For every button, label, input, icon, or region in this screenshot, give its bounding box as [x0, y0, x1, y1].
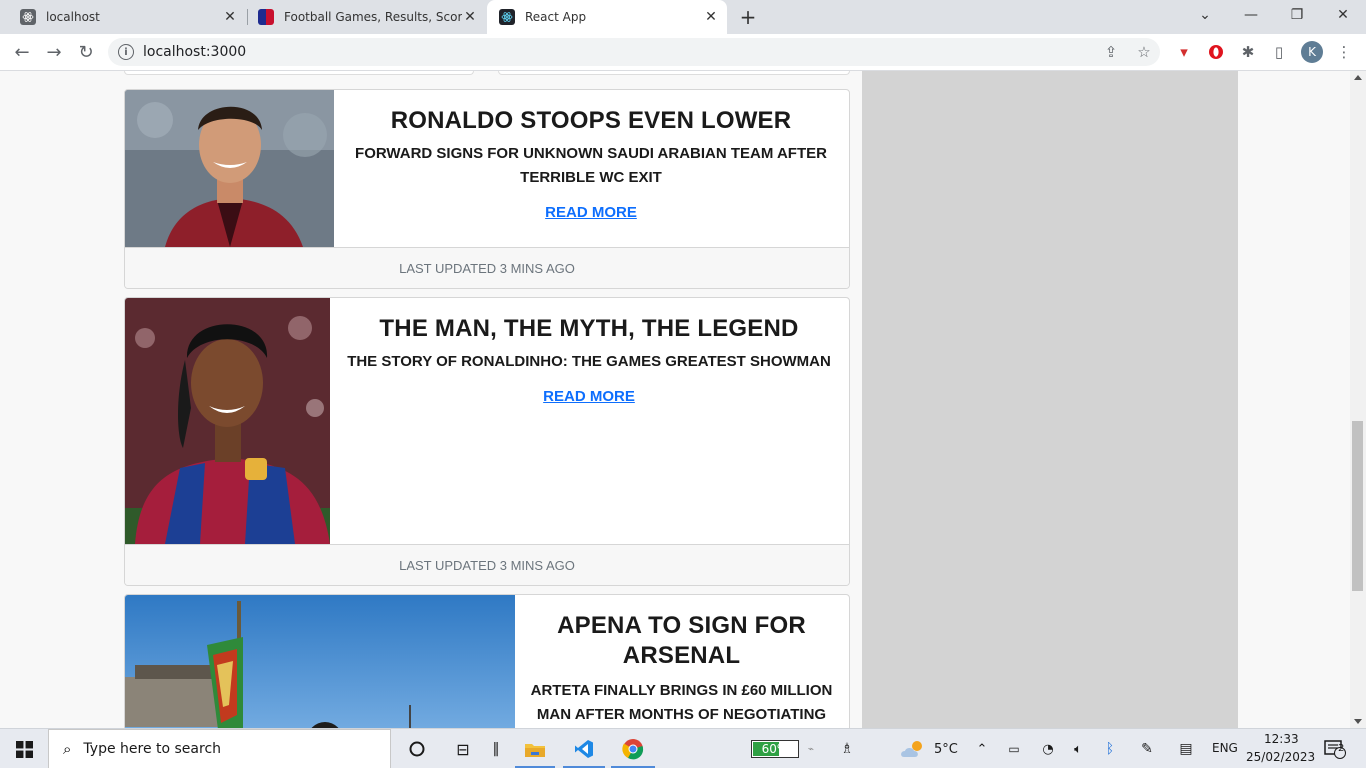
- vscode-icon[interactable]: [563, 729, 605, 768]
- article-footer: LAST UPDATED 3 MINS AGO: [125, 544, 849, 585]
- cortana-icon[interactable]: [398, 729, 436, 768]
- weather-icon[interactable]: [898, 729, 928, 768]
- article-body: APENA TO SIGN FOR ARSENAL ARTETA FINALLY…: [514, 595, 849, 727]
- pen-icon[interactable]: ✎: [1136, 729, 1158, 768]
- article-headline: THE MAN, THE MYTH, THE LEGEND: [379, 315, 799, 342]
- reload-icon[interactable]: ↻: [74, 40, 98, 64]
- search-icon: ⌕: [63, 740, 72, 758]
- previous-card-edge: [498, 71, 850, 75]
- browser-tab-bar: localhost ✕ Football Games, Results, Sco…: [0, 0, 1366, 34]
- people-icon[interactable]: ♗: [836, 729, 858, 768]
- restore-icon[interactable]: ❐: [1274, 0, 1320, 30]
- notification-count: 2: [1338, 743, 1345, 754]
- tab-localhost[interactable]: localhost ✕: [8, 0, 246, 34]
- bluetooth-icon[interactable]: ᛒ: [1100, 729, 1120, 768]
- previous-card-edge: [124, 71, 474, 75]
- read-more-link[interactable]: READ MORE: [545, 204, 637, 221]
- chrome-icon[interactable]: [611, 729, 655, 768]
- scrollbar-thumb[interactable]: [1352, 421, 1363, 591]
- clock-time[interactable]: 12:33: [1264, 732, 1299, 746]
- widgets-icon[interactable]: ‖: [484, 729, 508, 768]
- opera-icon[interactable]: [1206, 42, 1226, 62]
- taskbar-search-input[interactable]: ⌕ Type here to search: [48, 729, 391, 768]
- browser-toolbar: ← → ↻ i localhost:3000 ⇪ ☆ ▾ ✱ ▯ K ⋮: [0, 34, 1366, 71]
- article-subheading: FORWARD SIGNS FOR UNKNOWN SAUDI ARABIAN …: [355, 145, 827, 186]
- react-icon: [20, 9, 36, 25]
- article-card: RONALDO STOOPS EVEN LOWER FORWARD SIGNS …: [124, 89, 850, 289]
- tab-search-icon[interactable]: ⌄: [1182, 0, 1228, 30]
- extensions-icon[interactable]: ✱: [1238, 42, 1258, 62]
- close-icon[interactable]: ✕: [703, 9, 719, 25]
- touch-keyboard-icon[interactable]: ▤: [1174, 729, 1198, 768]
- wifi-icon[interactable]: ◔: [1038, 729, 1058, 768]
- page-scrollbar[interactable]: [1350, 71, 1366, 728]
- stadium-photo: [125, 595, 515, 728]
- minimize-icon[interactable]: —: [1228, 0, 1274, 30]
- close-window-icon[interactable]: ✕: [1320, 0, 1366, 30]
- site-info-icon[interactable]: i: [118, 44, 134, 60]
- power-icon[interactable]: ▭: [1004, 729, 1024, 768]
- article-headline: RONALDO STOOPS EVEN LOWER: [390, 107, 792, 134]
- article-subheading: ARTETA FINALLY BRINGS IN £60 MILLION MAN…: [530, 682, 833, 723]
- task-view-icon[interactable]: ⊟: [444, 729, 482, 768]
- page-viewport: RONALDO STOOPS EVEN LOWER FORWARD SIGNS …: [0, 71, 1350, 728]
- article-body: RONALDO STOOPS EVEN LOWER FORWARD SIGNS …: [333, 90, 849, 221]
- scroll-down-icon[interactable]: [1354, 719, 1362, 724]
- react-icon: [499, 9, 515, 25]
- windows-taskbar: ⌕ Type here to search ⊟ ‖ 60% ⌁ ♗ 5°C ⌃ …: [0, 728, 1366, 768]
- article-card: THE MAN, THE MYTH, THE LEGEND THE STORY …: [124, 297, 850, 586]
- notification-icon[interactable]: 2: [1320, 729, 1350, 768]
- article-headline: APENA TO SIGN FOR ARSENAL: [557, 612, 806, 669]
- tab-title: Football Games, Results, Scores, T: [284, 10, 462, 24]
- chevron-up-icon[interactable]: ⌃: [972, 729, 992, 768]
- flag-icon: [258, 9, 274, 25]
- article-subheading: THE STORY OF RONALDINHO: THE GAMES GREAT…: [347, 353, 831, 370]
- close-icon[interactable]: ✕: [222, 9, 238, 25]
- profile-avatar[interactable]: K: [1301, 41, 1323, 63]
- file-explorer-icon[interactable]: [515, 729, 555, 768]
- clock-date[interactable]: 25/02/2023: [1246, 750, 1315, 764]
- windows-start-icon[interactable]: [0, 729, 48, 768]
- tab-react-app[interactable]: React App ✕: [487, 0, 727, 34]
- sidebar-panel: [862, 71, 1238, 728]
- share-icon[interactable]: ⇪: [1101, 42, 1121, 62]
- article-body: THE MAN, THE MYTH, THE LEGEND THE STORY …: [329, 298, 849, 405]
- search-placeholder: Type here to search: [83, 741, 222, 757]
- read-more-link[interactable]: READ MORE: [543, 388, 635, 405]
- close-icon[interactable]: ✕: [462, 9, 478, 25]
- menu-icon[interactable]: ⋮: [1334, 42, 1354, 62]
- battery-percent: 60%: [761, 742, 789, 756]
- article-card: APENA TO SIGN FOR ARSENAL ARTETA FINALLY…: [124, 594, 850, 728]
- tab-title: localhost: [46, 10, 100, 24]
- battery-plug-icon: ⌁: [807, 743, 815, 755]
- address-bar[interactable]: i localhost:3000: [108, 38, 1160, 66]
- scroll-up-icon[interactable]: [1354, 75, 1362, 80]
- battery-indicator[interactable]: 60%: [751, 740, 799, 758]
- tab-football-games[interactable]: Football Games, Results, Scores, T ✕: [248, 0, 486, 34]
- forward-icon[interactable]: →: [42, 40, 66, 64]
- side-panel-icon[interactable]: ▯: [1269, 42, 1289, 62]
- player-photo: [125, 90, 334, 247]
- volume-icon[interactable]: 🔈︎: [1068, 729, 1088, 768]
- bookmark-star-icon[interactable]: ☆: [1134, 42, 1154, 62]
- tab-title: React App: [525, 10, 587, 24]
- back-icon[interactable]: ←: [10, 40, 34, 64]
- language-indicator[interactable]: ENG: [1212, 741, 1238, 755]
- player-photo: [125, 298, 330, 544]
- url-text: localhost:3000: [143, 44, 247, 60]
- pocket-icon[interactable]: ▾: [1174, 42, 1194, 62]
- temperature: 5°C: [934, 742, 958, 757]
- new-tab-icon[interactable]: +: [737, 5, 759, 29]
- article-footer: LAST UPDATED 3 MINS AGO: [125, 247, 849, 288]
